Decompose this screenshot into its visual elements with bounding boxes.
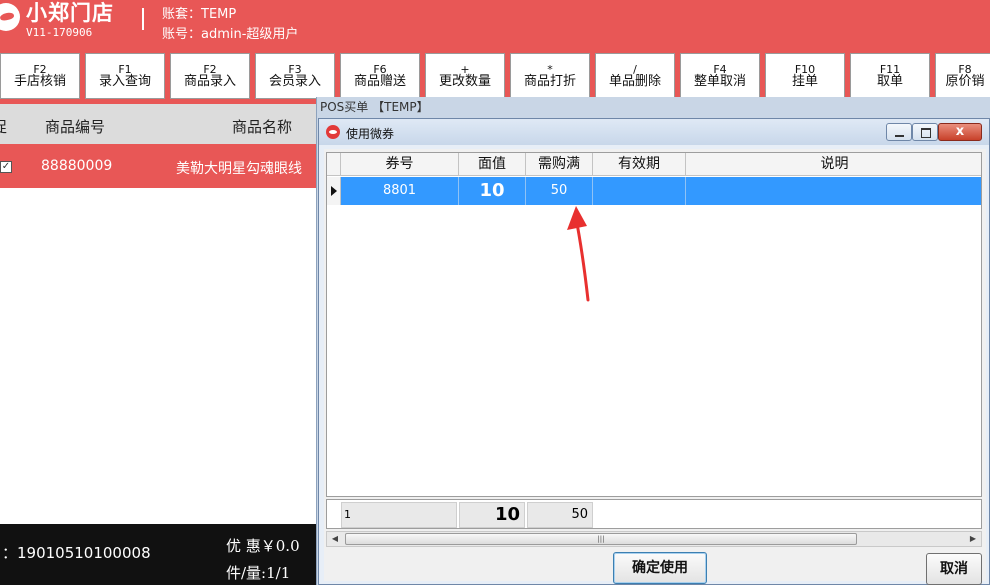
- button-label: 录入查询: [98, 74, 151, 89]
- toolbar-button-product-entry[interactable]: F2 商品录入: [170, 53, 250, 99]
- button-label: 手店核销: [13, 74, 66, 89]
- toolbar-button-entry-query[interactable]: F1 录入查询: [85, 53, 165, 99]
- toolbar-button-store-writeoff[interactable]: F2 手店核销: [0, 53, 80, 99]
- toolbar-button-member-entry[interactable]: F3 会员录入: [255, 53, 335, 99]
- total-count: 1: [341, 502, 457, 528]
- coupon-grid: 券号 面值 需购满 有效期 说明 8801 10 50: [326, 152, 982, 497]
- description-cell: [686, 177, 981, 205]
- use-coupon-dialog: 使用微券 x 券号 面值 需购满 有效期 说明 8801 10 50 1 10 …: [318, 118, 990, 585]
- toolbar-button-product-gift[interactable]: F6 商品赠送: [340, 53, 420, 99]
- button-label: 挂单: [791, 74, 818, 89]
- button-label: 单品删除: [608, 74, 661, 89]
- validity-cell: [593, 177, 686, 205]
- function-toolbar: F2 手店核销 F1 录入查询 F2 商品录入 F3 会员录入 F6 商品赠送 + 更改数量…: [0, 48, 990, 104]
- button-label: 商品录入: [183, 74, 236, 89]
- total-face-value: 10: [459, 502, 525, 528]
- dialog-title: 使用微券: [346, 127, 395, 141]
- button-label: 整单取消: [693, 74, 746, 89]
- dialog-title-bar[interactable]: 使用微券 x: [319, 119, 989, 145]
- button-label: 商品打折: [523, 74, 576, 89]
- button-label: 更改数量: [438, 74, 491, 89]
- close-icon[interactable]: x: [938, 123, 982, 141]
- min-purchase-cell: 50: [526, 177, 593, 205]
- toolbar-button-original-price[interactable]: F8 原价销: [935, 53, 990, 99]
- user-label: 账号：admin-超级用户: [162, 27, 299, 42]
- column-validity[interactable]: 有效期: [593, 153, 686, 176]
- row-header[interactable]: [327, 177, 341, 205]
- column-coupon-no[interactable]: 券号: [341, 153, 459, 176]
- product-list-header: 促 商品编号 商品名称: [0, 104, 330, 144]
- discount-amount: 优 惠￥0.0: [226, 537, 300, 555]
- maximize-icon[interactable]: [912, 123, 938, 141]
- confirm-use-button[interactable]: 确定使用: [613, 552, 707, 584]
- button-label: 商品赠送: [353, 74, 406, 89]
- store-name: 小郑门店: [26, 1, 114, 25]
- minimize-icon[interactable]: [886, 123, 912, 141]
- row-checkbox[interactable]: ✓: [0, 161, 12, 173]
- total-min-purchase: 50: [527, 502, 593, 528]
- version-label: V11-170906: [26, 26, 93, 39]
- face-value-cell: 10: [459, 177, 526, 205]
- pos-app: 小郑门店 V11-170906 账套：TEMP 账号：admin-超级用户 F2…: [0, 0, 990, 585]
- button-label: 会员录入: [268, 74, 321, 89]
- column-promo: 促: [0, 116, 7, 137]
- toolbar-button-hold-order[interactable]: F10 挂单: [765, 53, 845, 99]
- button-label: 取单: [876, 74, 903, 89]
- column-product-code: 商品编号: [45, 118, 106, 136]
- coupon-totals-row: 1 10 50: [326, 499, 982, 529]
- order-summary-bar: ：19010510100008 优 惠￥0.0 件/量:1/1: [0, 524, 330, 585]
- scroll-thumb[interactable]: |||: [345, 533, 857, 545]
- scroll-right-icon[interactable]: ▶: [965, 532, 981, 546]
- product-code: 88880009: [41, 158, 113, 174]
- scroll-left-icon[interactable]: ◀: [327, 532, 343, 546]
- product-name: 美勒大明星勾魂眼线: [176, 161, 302, 177]
- row-indicator-icon: [331, 186, 337, 196]
- toolbar-button-retrieve-order[interactable]: F11 取单: [850, 53, 930, 99]
- row-header-spacer: [327, 153, 341, 176]
- horizontal-scrollbar[interactable]: ◀ ||| ▶: [326, 531, 982, 547]
- product-row[interactable]: ✓ 88880009 美勒大明星勾魂眼线: [0, 144, 330, 188]
- toolbar-button-change-qty[interactable]: + 更改数量: [425, 53, 505, 99]
- logo-icon: [0, 3, 20, 31]
- column-product-name: 商品名称: [232, 118, 293, 136]
- app-header: 小郑门店 V11-170906 账套：TEMP 账号：admin-超级用户: [0, 0, 990, 48]
- column-description[interactable]: 说明: [686, 153, 981, 176]
- toolbar-button-cancel-order[interactable]: F4 整单取消: [680, 53, 760, 99]
- button-label: 原价销: [945, 74, 985, 89]
- column-min-purchase[interactable]: 需购满: [526, 153, 593, 176]
- cancel-button[interactable]: 取消: [926, 553, 982, 585]
- header-divider: [142, 8, 144, 30]
- coupon-grid-header: 券号 面值 需购满 有效期 说明: [327, 153, 981, 176]
- toolbar-button-delete-item[interactable]: / 单品删除: [595, 53, 675, 99]
- pos-window-title: POS买单 【TEMP】: [320, 100, 429, 114]
- column-face-value[interactable]: 面值: [459, 153, 526, 176]
- item-count: 件/量:1/1: [226, 564, 291, 582]
- account-set-label: 账套：TEMP: [162, 7, 237, 22]
- coupon-row[interactable]: 8801 10 50: [327, 177, 981, 205]
- order-number: ：19010510100008: [2, 544, 151, 562]
- dialog-body: 券号 面值 需购满 有效期 说明 8801 10 50 1 10 50 ◀ ||…: [324, 149, 986, 585]
- coupon-no-cell: 8801: [341, 177, 459, 205]
- toolbar-button-product-discount[interactable]: * 商品打折: [510, 53, 590, 99]
- dialog-app-icon: [326, 125, 340, 139]
